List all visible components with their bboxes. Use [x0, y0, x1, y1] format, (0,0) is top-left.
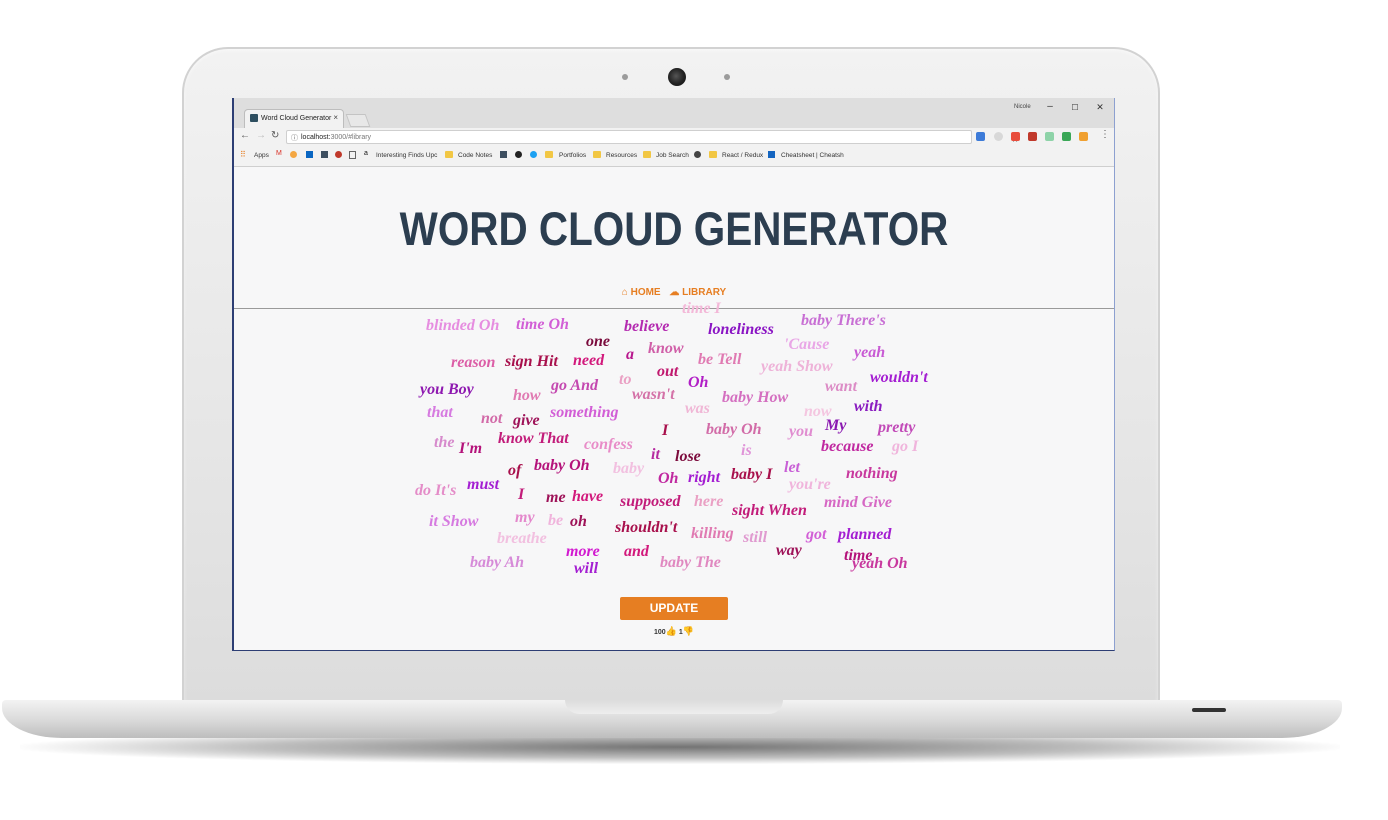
cloud-word: still: [743, 529, 768, 546]
cloud-word: time I: [682, 300, 721, 317]
cloud-word: to: [619, 371, 632, 388]
cloud-word: wouldn't: [870, 369, 928, 386]
cloud-word: baby: [613, 460, 645, 477]
cloud-word: go I: [892, 438, 919, 455]
cloud-word: blinded Oh: [426, 317, 500, 334]
cloud-word: oh: [570, 513, 587, 530]
cloud-word: know That: [498, 430, 569, 447]
cloud-word: I'm: [459, 440, 483, 457]
cloud-word: supposed: [620, 493, 681, 510]
cloud-word: how: [513, 387, 541, 404]
screen: Word Cloud Generator × Nicole – ☐ ✕ ← → …: [232, 98, 1115, 651]
cloud-word: baby How: [722, 389, 789, 406]
sensor-dot-right: [724, 74, 730, 80]
cloud-word: it: [651, 446, 660, 463]
cloud-word: you Boy: [420, 381, 474, 398]
cloud-word: got: [806, 526, 827, 543]
word-cloud: time I blinded Oh time Oh believe loneliness…: [234, 98, 1114, 650]
cloud-word: killing: [691, 525, 734, 542]
sensor-dot-left: [622, 74, 628, 80]
upvote-count: 100: [654, 629, 666, 636]
cloud-word: Oh: [658, 470, 679, 487]
cloud-word: yeah Show: [761, 358, 833, 375]
cloud-word: yeah: [854, 344, 886, 361]
cloud-word: that: [427, 404, 453, 421]
cloud-word: and: [624, 543, 649, 560]
cloud-word: My: [825, 417, 847, 434]
cloud-word: be: [548, 512, 564, 529]
cloud-word: the: [434, 434, 455, 451]
cloud-word: was: [685, 400, 710, 417]
webcam: [668, 68, 686, 86]
cloud-word: shouldn't: [615, 519, 678, 536]
cloud-word: give: [513, 412, 540, 429]
cloud-word: my: [515, 509, 535, 526]
cloud-word: not: [481, 410, 503, 427]
laptop-led: [1192, 708, 1226, 712]
cloud-word: be Tell: [698, 351, 742, 368]
cloud-word: believe: [624, 318, 670, 335]
cloud-word: baby Oh: [534, 457, 590, 474]
cloud-word: sight When: [732, 502, 807, 519]
cloud-word: will: [574, 560, 599, 577]
cloud-word: want: [825, 378, 858, 395]
cloud-word: planned: [838, 526, 892, 543]
cloud-word: baby The: [660, 554, 721, 571]
cloud-word: you: [789, 423, 813, 440]
cloud-word: confess: [584, 436, 633, 453]
cloud-word: baby Oh: [706, 421, 762, 438]
cloud-word: let: [784, 459, 800, 476]
cloud-word: baby There's: [801, 312, 886, 329]
update-button[interactable]: UPDATE: [620, 597, 728, 620]
cloud-word: out: [657, 363, 679, 380]
cloud-word: more: [566, 543, 600, 560]
cloud-word: pretty: [878, 419, 916, 436]
cloud-word: reason: [451, 354, 496, 371]
cloud-word: because: [821, 438, 874, 455]
thumbs-down-icon[interactable]: 👎: [683, 626, 694, 636]
cloud-word: Oh: [688, 374, 709, 391]
cloud-word: have: [572, 488, 604, 505]
cloud-word: right: [688, 469, 721, 486]
cloud-word: 'Cause: [784, 336, 830, 353]
cloud-word: of: [508, 462, 522, 479]
cloud-word: is: [741, 442, 752, 459]
cloud-word: know: [648, 340, 684, 357]
cloud-word: mind Give: [824, 494, 892, 511]
vote-counts: 100👍 1👎: [234, 626, 1114, 637]
cloud-word: nothing: [846, 465, 898, 482]
cloud-word: go And: [551, 377, 598, 394]
cloud-word: way: [776, 542, 802, 559]
cloud-word: lose: [675, 448, 701, 465]
cloud-word: need: [573, 352, 605, 369]
cloud-word: I: [518, 486, 525, 503]
cloud-word: here: [694, 493, 724, 510]
cloud-word: loneliness: [708, 321, 774, 338]
cloud-word: me: [546, 489, 566, 506]
cloud-word: yeah Oh: [852, 555, 908, 572]
cloud-word: time Oh: [516, 316, 569, 333]
cloud-word: one: [586, 333, 610, 350]
cloud-word: baby Ah: [470, 554, 525, 571]
laptop-notch: [565, 700, 783, 714]
cloud-word: it Show: [429, 513, 479, 530]
cloud-word: breathe: [497, 530, 547, 547]
cloud-word: I: [662, 422, 669, 439]
cloud-word: wasn't: [632, 386, 675, 403]
cloud-word: baby I: [731, 466, 773, 483]
cloud-word: do It's: [415, 482, 457, 499]
cloud-word: a: [626, 346, 634, 363]
cloud-word: with: [854, 398, 883, 415]
thumbs-up-icon[interactable]: 👍: [666, 626, 677, 636]
cloud-word: must: [467, 476, 500, 493]
cloud-word: sign Hit: [505, 353, 558, 370]
cloud-word: you're: [789, 476, 831, 493]
cloud-word: something: [550, 404, 619, 421]
